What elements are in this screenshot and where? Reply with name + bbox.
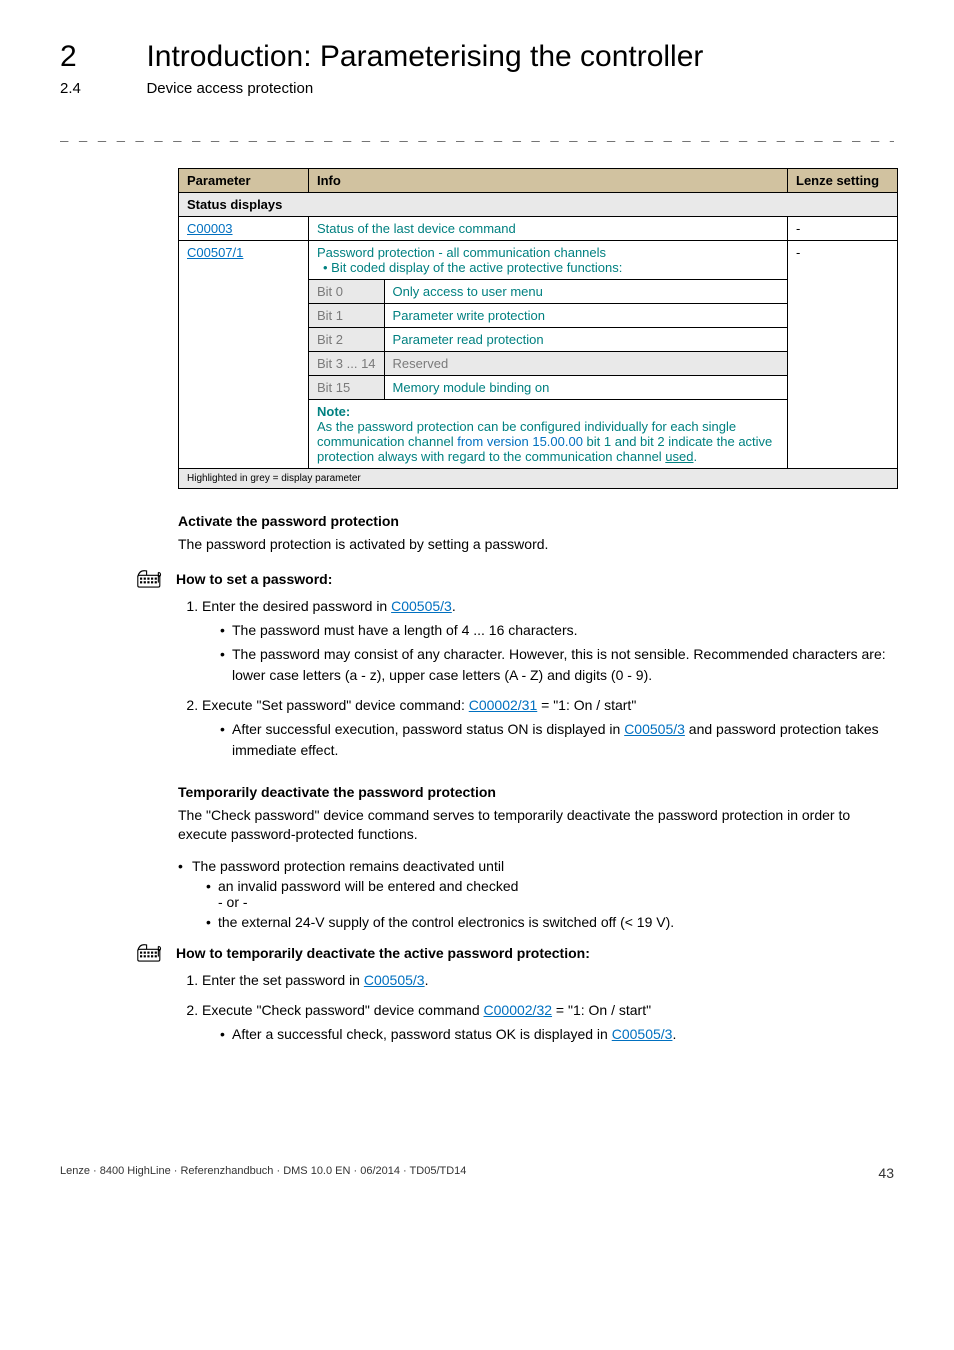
table-row: C00507/1 Password protection - all commu…	[179, 241, 898, 280]
divider-dashes: _ _ _ _ _ _ _ _ _ _ _ _ _ _ _ _ _ _ _ _ …	[60, 126, 894, 142]
howto-temp-deactivate: How to temporarily deactivate the active…	[136, 942, 898, 964]
temp-heading: Temporarily deactivate the password prot…	[178, 784, 898, 800]
bit-label: Bit 3 ... 14	[309, 352, 385, 376]
step-item: Execute "Set password" device command: C…	[202, 695, 898, 760]
bit-label: Bit 2	[309, 328, 385, 352]
list-item: The password protection remains deactiva…	[178, 858, 898, 930]
param-link-c00507-1[interactable]: C00507/1	[187, 245, 243, 260]
chapter-title: Introduction: Parameterising the control…	[146, 40, 703, 73]
link-c00505-3[interactable]: C00505/3	[624, 721, 685, 737]
sub-item: After a successful check, password statu…	[220, 1024, 898, 1044]
list-item: the external 24-V supply of the control …	[206, 914, 898, 930]
page-number: 43	[878, 1165, 894, 1181]
note-heading: Note:	[317, 404, 350, 419]
bit-label: Bit 0	[309, 280, 385, 304]
section-number: 2.4	[60, 80, 142, 97]
howto-label: How to temporarily deactivate the active…	[176, 945, 590, 961]
list-item: an invalid password will be entered and …	[206, 878, 898, 910]
temp-intro: The "Check password" device command serv…	[178, 806, 898, 844]
step-item: Enter the desired password in C00505/3. …	[202, 596, 898, 685]
bit-text: Only access to user menu	[384, 280, 787, 304]
parameter-table: Parameter Info Lenze setting Status disp…	[178, 168, 898, 489]
temp-steps: Enter the set password in C00505/3. Exec…	[178, 970, 898, 1045]
page-footer: Lenze · 8400 HighLine · Referenzhandbuch…	[60, 1165, 894, 1177]
howto-set-password: How to set a password:	[136, 568, 898, 590]
col-setting: Lenze setting	[788, 169, 898, 193]
bit-text: Parameter write protection	[384, 304, 787, 328]
link-c00505-3[interactable]: C00505/3	[364, 972, 425, 988]
info-cell: Password protection - all communication …	[309, 241, 788, 280]
sub-item: After successful execution, password sta…	[220, 719, 898, 760]
link-c00002-32[interactable]: C00002/32	[484, 1002, 553, 1018]
activate-intro: The password protection is activated by …	[178, 535, 898, 554]
status-displays-row: Status displays	[179, 193, 898, 217]
howto-label: How to set a password:	[176, 571, 332, 587]
bit-text: Reserved	[384, 352, 787, 376]
chapter-number: 2	[60, 40, 142, 74]
bit-label: Bit 15	[309, 376, 385, 400]
section-header: 2.4 Device access protection	[60, 80, 894, 98]
activate-steps: Enter the desired password in C00505/3. …	[178, 596, 898, 760]
sub-item: The password may consist of any characte…	[220, 644, 898, 685]
keyboard-icon	[136, 942, 166, 964]
step-item: Execute "Check password" device command …	[202, 1000, 898, 1045]
link-c00505-3[interactable]: C00505/3	[391, 598, 452, 614]
col-info: Info	[309, 169, 788, 193]
col-parameter: Parameter	[179, 169, 309, 193]
temp-bullets: The password protection remains deactiva…	[178, 858, 898, 930]
section-title: Device access protection	[146, 80, 313, 97]
bit-label: Bit 1	[309, 304, 385, 328]
table-header-row: Parameter Info Lenze setting	[179, 169, 898, 193]
chapter-header: 2 Introduction: Parameterising the contr…	[60, 40, 894, 74]
bit-text: Memory module binding on	[384, 376, 787, 400]
info-cell: Status of the last device command	[309, 217, 788, 241]
sub-item: The password must have a length of 4 ...…	[220, 620, 898, 640]
activate-heading: Activate the password protection	[178, 513, 898, 529]
link-c00002-31[interactable]: C00002/31	[469, 697, 538, 713]
status-displays-label: Status displays	[179, 193, 898, 217]
table-footnote: Highlighted in grey = display parameter	[179, 469, 898, 489]
footer-text: Lenze · 8400 HighLine · Referenzhandbuch…	[60, 1165, 466, 1177]
step-item: Enter the set password in C00505/3.	[202, 970, 898, 990]
link-c00505-3[interactable]: C00505/3	[612, 1026, 673, 1042]
table-row: C00003 Status of the last device command…	[179, 217, 898, 241]
bit-text: Parameter read protection	[384, 328, 787, 352]
setting-cell: -	[788, 241, 898, 469]
keyboard-icon	[136, 568, 166, 590]
param-link-c00003[interactable]: C00003	[187, 221, 233, 236]
setting-cell: -	[788, 217, 898, 241]
or-text: - or -	[218, 894, 898, 910]
note-cell: Note: As the password protection can be …	[309, 400, 788, 469]
